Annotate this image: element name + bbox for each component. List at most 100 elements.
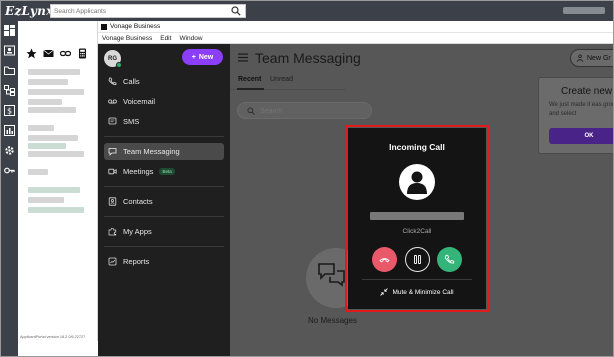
incoming-call-dialog: Incoming Call Click2Call Mute & Minimize…: [348, 128, 486, 309]
dashboard-icon[interactable]: [4, 25, 15, 36]
hierarchy-icon[interactable]: [4, 85, 15, 96]
sms-icon: [108, 117, 117, 125]
hold-button[interactable]: [405, 247, 430, 272]
user-name-redacted: [563, 7, 605, 14]
contacts-card-icon[interactable]: [4, 45, 15, 56]
sidebar-item-label: Meetings: [123, 167, 154, 176]
redacted-text: [28, 99, 62, 105]
sidebar-item-sms[interactable]: SMS: [104, 113, 224, 130]
call-source: Click2Call: [402, 228, 432, 235]
create-group-tooltip: Create new We just made it eas groups an…: [538, 77, 613, 154]
tab-recent[interactable]: Recent: [238, 76, 261, 83]
link-icon[interactable]: [60, 48, 71, 59]
star-icon[interactable]: [26, 48, 37, 59]
sidebar-item-label: My Apps: [123, 227, 152, 236]
redacted-text: [28, 187, 80, 193]
sidebar-item-label: Calls: [123, 77, 140, 86]
caller-number-redacted: [370, 212, 464, 220]
status-dot: [116, 62, 122, 68]
redacted-text: [28, 207, 84, 213]
sidebar-item-label: Contacts: [123, 197, 153, 206]
applicant-search-input[interactable]: [54, 6, 224, 17]
redacted-text: [28, 89, 84, 95]
new-button-label: New: [198, 53, 214, 61]
new-button[interactable]: + New: [182, 49, 223, 65]
divider: [104, 186, 224, 187]
caller-avatar: [399, 164, 435, 200]
sidebar-item-label: Voicemail: [123, 97, 156, 106]
sidebar-item-calls[interactable]: Calls: [104, 73, 224, 90]
minimize-arrows-icon: [380, 288, 389, 296]
divider: [104, 216, 224, 217]
hang-up-icon: [379, 258, 390, 263]
mute-minimize-button[interactable]: Mute & Minimize Call: [348, 288, 486, 296]
search-input[interactable]: [260, 106, 360, 116]
redacted-text: [28, 197, 64, 203]
redacted-text: [28, 125, 54, 131]
phone-icon: [444, 254, 455, 264]
sidebar-item-voicemail[interactable]: Voicemail: [104, 93, 224, 110]
pause-icon: [414, 255, 421, 264]
gear-icon[interactable]: [4, 145, 15, 156]
key-icon[interactable]: [4, 165, 15, 176]
call-title: Incoming Call: [389, 142, 445, 152]
sidebar-item-my-apps[interactable]: My Apps: [104, 223, 224, 240]
vonage-sidebar: RG + New Calls Voicemail SMS Team Messag…: [98, 44, 230, 356]
applicant-search[interactable]: [50, 4, 246, 18]
new-group-button[interactable]: New Gr: [570, 49, 613, 67]
divider: [104, 246, 224, 247]
puzzle-icon: [108, 227, 117, 236]
menu-edit[interactable]: Edit: [160, 35, 171, 42]
vonage-menu-bar: Vonage Business Edit Window: [98, 33, 613, 44]
sidebar-item-contacts[interactable]: Contacts: [104, 193, 224, 210]
tooltip-title: Create new: [561, 86, 613, 97]
sidebar-item-label: SMS: [123, 117, 140, 126]
tooltip-ok-button[interactable]: OK: [549, 128, 613, 144]
svg-text:$: $: [7, 107, 12, 116]
reports-icon: [108, 257, 117, 266]
bar-chart-icon[interactable]: [4, 125, 15, 136]
ezlynx-icon-rail: $: [1, 21, 18, 356]
sidebar-item-label: Reports: [123, 257, 150, 266]
phone-icon: [108, 77, 117, 85]
menu-icon[interactable]: [238, 53, 248, 62]
video-icon: [108, 168, 117, 175]
calculator-icon[interactable]: [77, 48, 88, 59]
menu-window[interactable]: Window: [179, 35, 202, 42]
tab-unread[interactable]: Unread: [270, 76, 293, 83]
chat-bubbles-icon: [318, 263, 345, 287]
redacted-text: [28, 143, 66, 149]
answer-button[interactable]: [437, 247, 462, 272]
sidebar-item-meetings[interactable]: Meetings Beta: [104, 163, 224, 180]
decline-button[interactable]: [372, 247, 397, 272]
dollar-icon[interactable]: $: [4, 105, 15, 116]
redacted-text: [28, 151, 84, 157]
redacted-text: [28, 135, 78, 141]
tooltip-body: We just made it eas groups and select: [549, 102, 613, 117]
active-tab-indicator: [237, 88, 264, 90]
plus-icon: +: [191, 53, 196, 61]
chat-icon: [108, 148, 117, 156]
new-group-label: New Gr: [587, 54, 611, 62]
redacted-text: [28, 69, 80, 75]
empty-state-text: No Messages: [308, 316, 357, 325]
redacted-text: [28, 169, 48, 175]
contacts-icon: [108, 197, 117, 206]
search-icon: [247, 107, 255, 115]
beta-badge: Beta: [159, 168, 175, 175]
mute-minimize-label: Mute & Minimize Call: [392, 288, 454, 296]
sidebar-item-team-messaging[interactable]: Team Messaging: [104, 143, 224, 160]
ezlynx-topbar: EzLynx: [1, 1, 613, 21]
search-icon[interactable]: [231, 6, 241, 16]
mail-icon[interactable]: [43, 48, 54, 59]
conversation-search[interactable]: [237, 102, 372, 119]
sidebar-item-reports[interactable]: Reports: [104, 253, 224, 270]
group-icon: [576, 54, 584, 62]
vonage-app-icon: [101, 24, 107, 30]
version-text: ApplicantPortal version 18.2.0/6.22727: [20, 335, 86, 339]
menu-vonage-business[interactable]: Vonage Business: [102, 35, 152, 42]
person-icon: [407, 171, 427, 194]
voicemail-icon: [108, 99, 117, 104]
folder-icon[interactable]: [4, 65, 15, 76]
panel-quick-icons: [26, 46, 88, 60]
